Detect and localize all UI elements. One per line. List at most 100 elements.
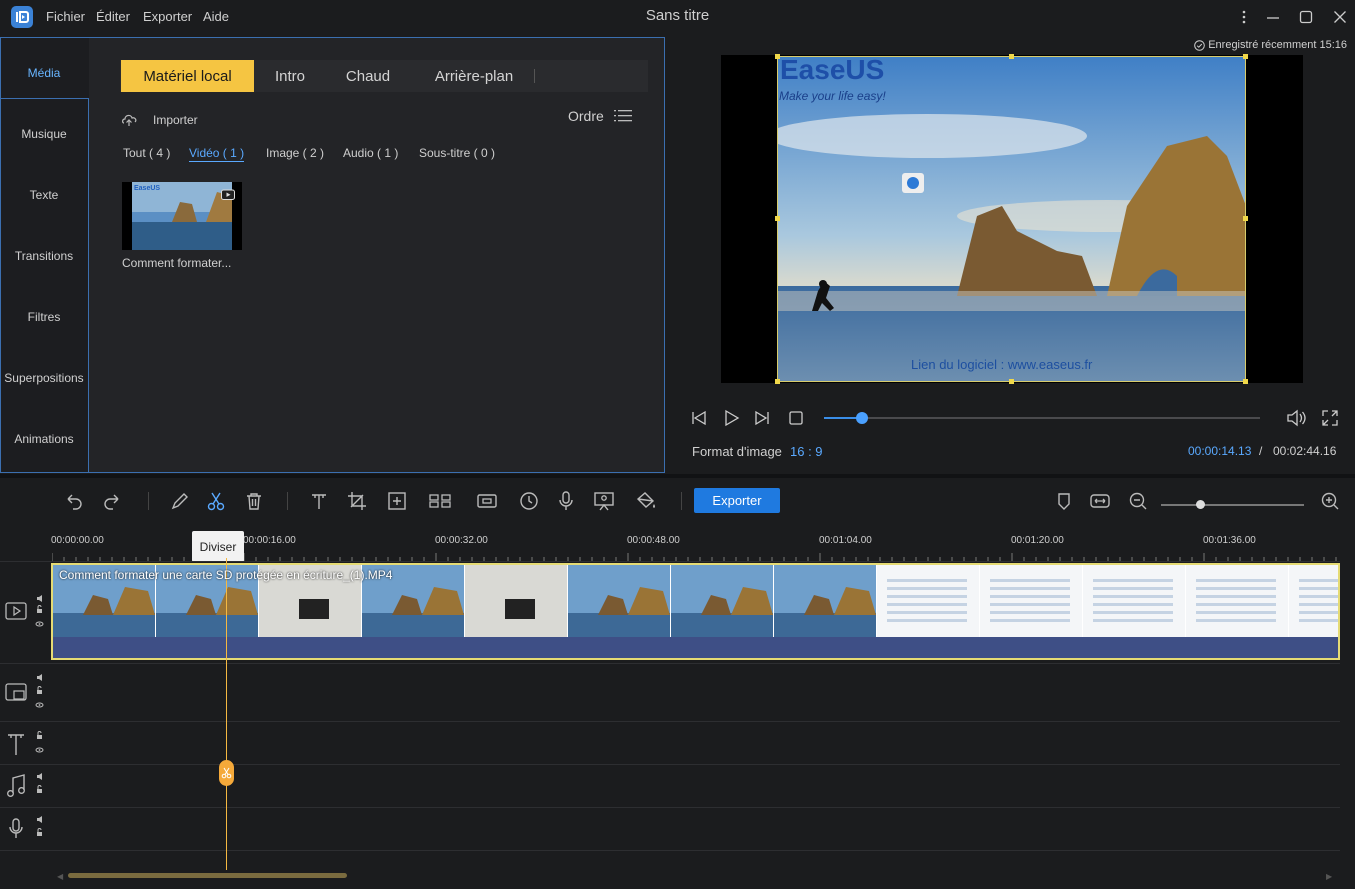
pip-layout-icon[interactable] (427, 488, 453, 514)
resize-handle[interactable] (775, 379, 780, 384)
fill-bucket-icon[interactable] (633, 488, 659, 514)
mosaic-icon[interactable] (384, 488, 410, 514)
resize-handle[interactable] (775, 216, 780, 221)
menu-exporter[interactable]: Exporter (143, 9, 192, 24)
zoom-out-icon[interactable] (1125, 488, 1151, 514)
sidebar-item-filtres[interactable]: Filtres (1, 286, 87, 347)
aspect-ratio-value[interactable]: 16 : 9 (790, 444, 823, 459)
stop-icon[interactable] (785, 407, 807, 429)
tab-arriere-plan[interactable]: Arrière-plan (416, 60, 532, 92)
tab-intro[interactable]: Intro (258, 60, 322, 92)
maximize-icon[interactable] (1296, 7, 1316, 27)
edit-pencil-icon[interactable] (167, 488, 193, 514)
screen-record-icon[interactable] (591, 488, 617, 514)
tab-chaud[interactable]: Chaud (332, 60, 404, 92)
svg-text:EaseUS: EaseUS (134, 185, 160, 192)
order-button[interactable]: Ordre (568, 108, 632, 124)
playhead-line[interactable] (226, 558, 227, 870)
video-type-icon (221, 189, 235, 200)
tab-materiel-local[interactable]: Matériel local (121, 60, 254, 92)
filter-sous-titre[interactable]: Sous-titre ( 0 ) (419, 146, 495, 160)
previous-frame-icon[interactable] (688, 407, 710, 429)
preview-video-frame[interactable]: EaseUS Make your life easy! Lien du logi… (777, 56, 1246, 382)
title-bar: Fichier Éditer Exporter Aide Sans titre (0, 0, 1355, 34)
track-divider (0, 764, 1340, 765)
toolbar-separator (148, 492, 149, 510)
voice-track-header (5, 815, 55, 848)
filter-audio[interactable]: Audio ( 1 ) (343, 146, 398, 160)
undo-icon[interactable] (60, 488, 86, 514)
current-time: 00:00:14.13 (1188, 444, 1252, 458)
resize-handle[interactable] (1243, 54, 1248, 59)
menu-fichier[interactable]: Fichier (46, 9, 85, 24)
media-panel: Média Musique Texte Transitions Filtres … (0, 37, 665, 473)
delete-trash-icon[interactable] (241, 488, 267, 514)
ruler-label: 00:01:36.00 (1203, 535, 1256, 546)
zoom-slider[interactable] (1161, 500, 1304, 509)
filter-tout[interactable]: Tout ( 4 ) (123, 146, 170, 160)
menu-editer[interactable]: Éditer (96, 9, 130, 24)
zoom-in-icon[interactable] (1317, 488, 1343, 514)
preview-overlay-text: Lien du logiciel : www.easeus.fr (911, 357, 1093, 372)
scroll-left-icon[interactable]: ◀ (57, 872, 63, 881)
sort-list-icon (613, 110, 632, 122)
more-options-icon[interactable] (1234, 7, 1254, 27)
music-note-icon (7, 774, 25, 797)
video-track-icon (5, 602, 27, 620)
split-scissors-icon[interactable] (203, 488, 229, 514)
track-divider (0, 807, 1340, 808)
lock-icon (37, 605, 42, 613)
resize-handle[interactable] (1243, 216, 1248, 221)
microphone-icon[interactable] (553, 488, 579, 514)
playhead-scissors-icon[interactable] (219, 760, 234, 786)
sidebar-item-superpositions[interactable]: Superpositions (1, 347, 87, 408)
import-button[interactable]: Importer (121, 110, 198, 130)
ruler-label: 00:01:20.00 (1011, 535, 1064, 546)
media-item-thumbnail[interactable]: EaseUS (122, 182, 242, 250)
sidebar-item-media[interactable]: Média (1, 42, 87, 103)
seek-bar[interactable] (824, 412, 1260, 424)
text-tool-icon[interactable] (306, 488, 332, 514)
tab-separator (534, 69, 535, 83)
frame-icon[interactable] (474, 488, 500, 514)
minimize-icon[interactable] (1263, 7, 1283, 27)
video-clip[interactable]: Comment formater une carte SD protégée e… (51, 563, 1340, 660)
play-icon[interactable] (720, 407, 742, 429)
sidebar-item-transitions[interactable]: Transitions (1, 225, 87, 286)
speed-clock-icon[interactable] (516, 488, 542, 514)
preview-brand-text: EaseUS (780, 56, 885, 85)
media-item-name: Comment formater... (122, 256, 232, 270)
resize-handle[interactable] (1009, 379, 1014, 384)
sidebar-item-texte[interactable]: Texte (1, 164, 87, 225)
timeline-scrollbar[interactable] (68, 873, 347, 878)
next-frame-icon[interactable] (751, 407, 773, 429)
resize-handle[interactable] (775, 54, 780, 59)
seek-handle[interactable] (855, 412, 868, 424)
fullscreen-icon[interactable] (1319, 407, 1341, 429)
timeline-ruler[interactable] (52, 553, 1339, 561)
close-icon[interactable] (1330, 7, 1350, 27)
import-label: Importer (153, 113, 198, 127)
library-tabs: Matériel local Intro Chaud Arrière-plan (120, 60, 648, 92)
resize-handle[interactable] (1009, 54, 1014, 59)
scroll-right-icon[interactable]: ▶ (1326, 872, 1332, 881)
panel-divider[interactable] (0, 474, 1355, 478)
visibility-eye-icon (35, 621, 44, 627)
microphone-track-icon (9, 818, 23, 838)
resize-handle[interactable] (1243, 379, 1248, 384)
marker-icon[interactable] (1051, 488, 1077, 514)
track-divider (0, 721, 1340, 722)
volume-icon[interactable] (1285, 407, 1307, 429)
menu-aide[interactable]: Aide (203, 9, 229, 24)
redo-icon[interactable] (100, 488, 126, 514)
sidebar-item-animations[interactable]: Animations (1, 408, 87, 469)
sidebar-item-musique[interactable]: Musique (1, 103, 87, 164)
overlay-track-header (5, 674, 55, 715)
fit-timeline-icon[interactable] (1087, 488, 1113, 514)
crop-icon[interactable] (344, 488, 370, 514)
filter-image[interactable]: Image ( 2 ) (266, 146, 324, 160)
zoom-slider-handle[interactable] (1195, 500, 1205, 509)
mute-toggle-icon (37, 595, 42, 602)
export-button[interactable]: Exporter (694, 488, 780, 513)
filter-video[interactable]: Vidéo ( 1 ) (189, 146, 245, 162)
